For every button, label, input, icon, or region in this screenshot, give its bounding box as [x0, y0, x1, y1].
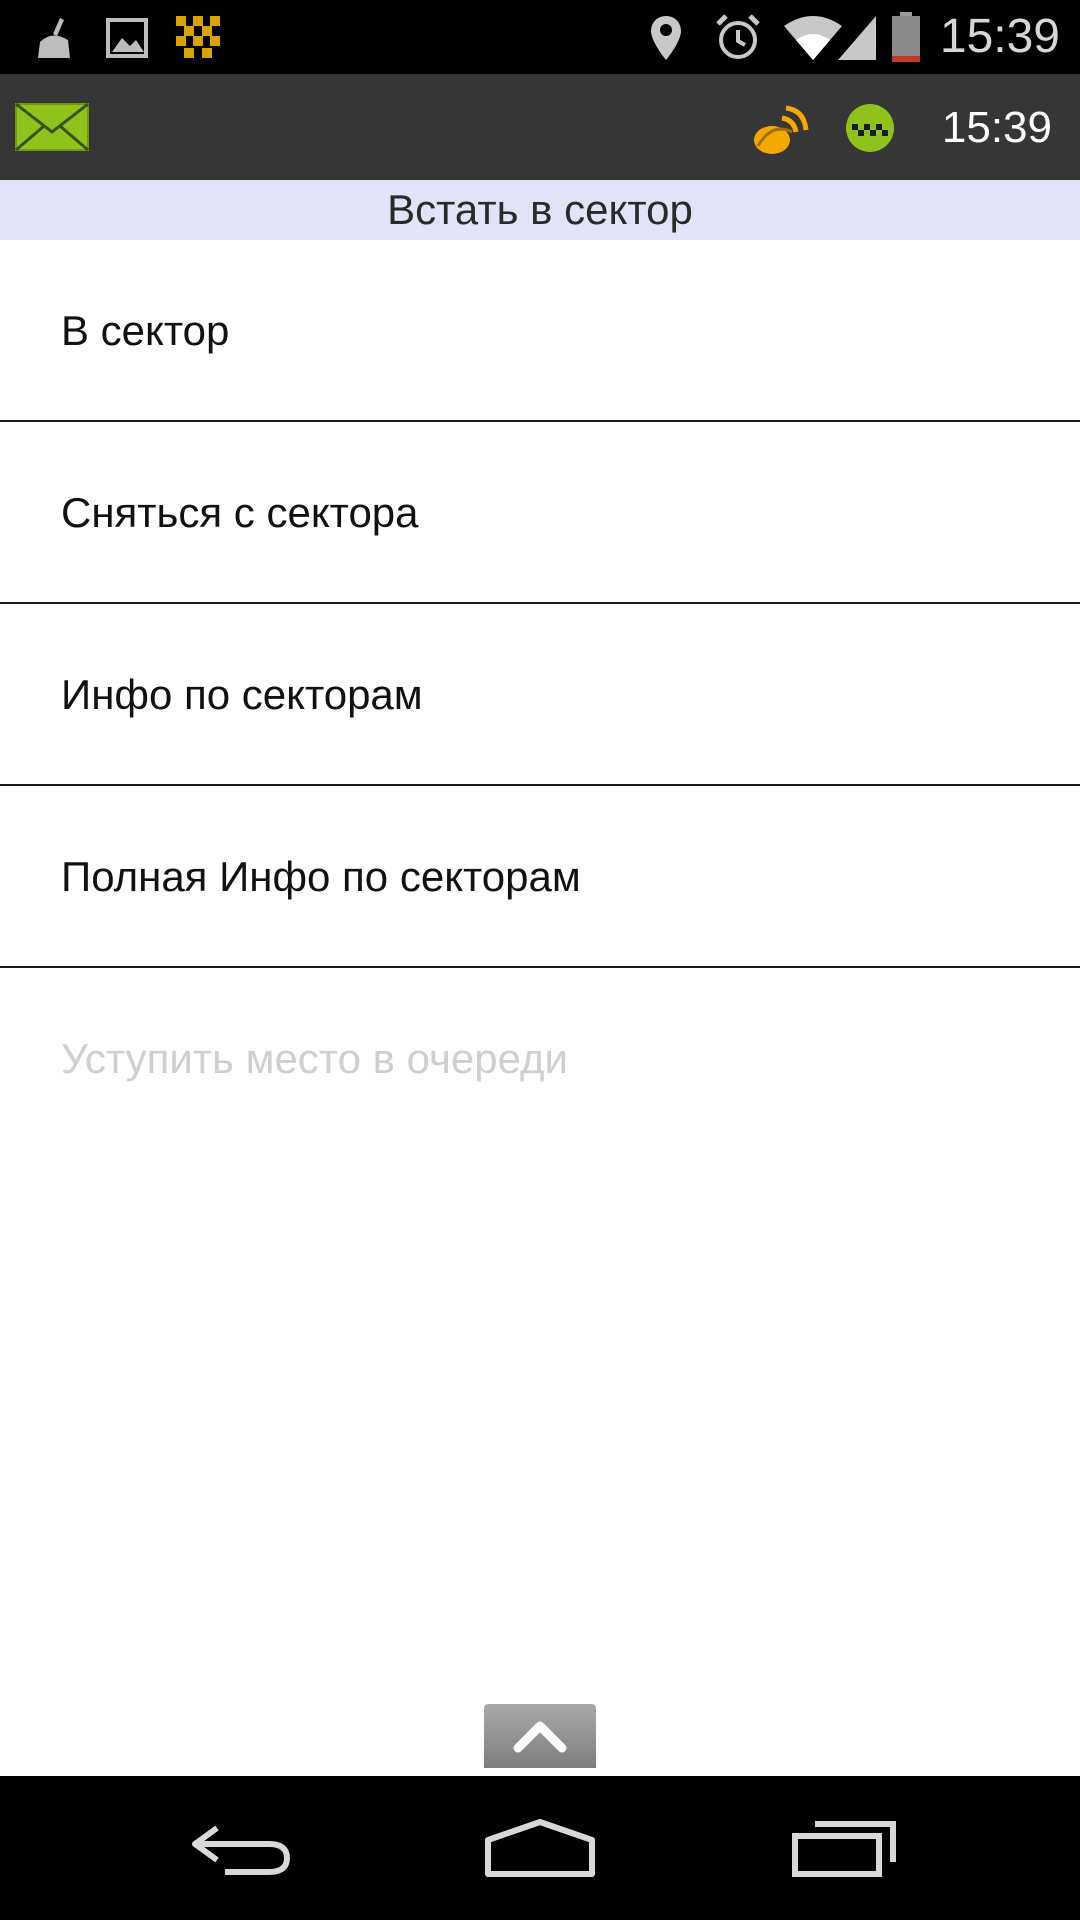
- cleaner-icon: [38, 18, 70, 58]
- menu-list: В сектор Сняться с сектора Инфо по секто…: [0, 240, 1080, 1150]
- app-bar-time: 15:39: [941, 103, 1052, 152]
- battery-icon: [892, 12, 920, 62]
- home-icon: [485, 1819, 595, 1877]
- screen-title-bar: Встать в сектор: [0, 180, 1080, 240]
- screen-title: Встать в сектор: [387, 186, 693, 233]
- taxi-icon[interactable]: [844, 102, 896, 154]
- mail-icon[interactable]: [14, 100, 90, 154]
- menu-item-label: Полная Инфо по секторам: [61, 853, 581, 900]
- gallery-icon: [106, 18, 148, 58]
- menu-item-join-sector[interactable]: В сектор: [0, 240, 1080, 422]
- menu-item-sector-info[interactable]: Инфо по секторам: [0, 604, 1080, 786]
- app-bar: 15:39: [0, 74, 1080, 180]
- alarm-icon: [716, 14, 760, 59]
- home-button[interactable]: [480, 1810, 600, 1886]
- chevron-up-icon: [513, 1721, 567, 1753]
- satellite-icon[interactable]: [752, 102, 810, 158]
- status-bar-time: 15:39: [939, 10, 1060, 63]
- menu-item-leave-sector[interactable]: Сняться с сектора: [0, 422, 1080, 604]
- signal-icon: [838, 16, 876, 60]
- location-icon: [651, 16, 681, 60]
- recent-apps-icon: [792, 1821, 896, 1877]
- menu-item-label: Уступить место в очереди: [61, 1035, 569, 1082]
- wifi-icon: [784, 16, 842, 60]
- back-button[interactable]: [180, 1810, 300, 1886]
- recent-apps-button[interactable]: [784, 1810, 904, 1886]
- menu-item-yield-queue-place: Уступить место в очереди: [0, 968, 1080, 1150]
- back-icon: [192, 1825, 291, 1875]
- scroll-up-button[interactable]: [484, 1704, 596, 1768]
- menu-item-label: Инфо по секторам: [61, 671, 423, 718]
- navigation-bar: [0, 1776, 1080, 1920]
- menu-item-full-sector-info[interactable]: Полная Инфо по секторам: [0, 786, 1080, 968]
- menu-item-label: Сняться с сектора: [61, 489, 419, 536]
- menu-item-label: В сектор: [61, 307, 230, 354]
- taxi-grid-icon: [176, 16, 220, 58]
- status-bar: 15:39: [0, 0, 1080, 74]
